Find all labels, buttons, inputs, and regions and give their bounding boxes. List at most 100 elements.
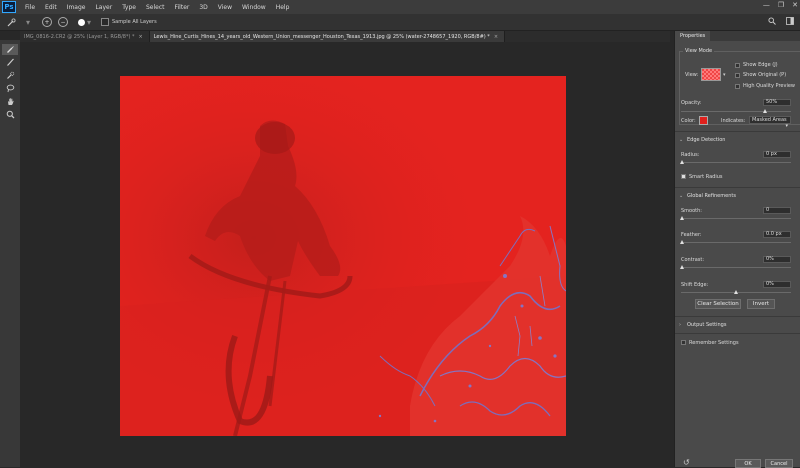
view-label: View:	[685, 72, 699, 78]
brush-icon[interactable]	[2, 57, 18, 68]
quick-selection-icon[interactable]	[6, 17, 16, 27]
contrast-field[interactable]: 0%	[763, 256, 791, 263]
color-label: Color:	[681, 118, 696, 124]
minimize-button[interactable]: —	[763, 1, 770, 9]
invert-button[interactable]: Invert	[747, 299, 775, 309]
properties-panel: Properties View Mode View: ▾ Show Edge (…	[674, 31, 800, 468]
smart-radius-label: Smart Radius	[689, 174, 723, 180]
high-quality-label: High Quality Preview	[743, 83, 795, 89]
opacity-slider[interactable]	[681, 111, 791, 112]
show-original-checkbox[interactable]	[735, 73, 740, 78]
smooth-label: Smooth:	[681, 208, 702, 214]
close-tab-icon[interactable]: ×	[494, 34, 498, 40]
tab-label: IMG_0816-2.CR2 @ 25% (Layer 1, RGB/8*) *	[24, 33, 135, 40]
menu-file[interactable]: File	[20, 4, 40, 11]
window-controls: — ❐ ✕	[763, 1, 798, 9]
view-mode-title: View Mode	[683, 48, 715, 54]
contrast-slider-knob[interactable]	[680, 265, 684, 269]
search-icon[interactable]	[768, 17, 776, 27]
lasso-icon[interactable]	[2, 83, 18, 94]
feather-slider-knob[interactable]	[680, 240, 684, 244]
overlay-preview	[701, 68, 721, 81]
restore-button[interactable]: ❐	[778, 1, 784, 9]
view-mode-thumbnail[interactable]	[701, 68, 721, 81]
shift-edge-slider-knob[interactable]	[734, 290, 738, 294]
divider	[675, 333, 800, 334]
close-tab-icon[interactable]: ×	[139, 34, 143, 40]
tab-document-2[interactable]: Lewis_Hine_Curtis_Hines_14_years_old_Wes…	[149, 31, 506, 42]
opacity-label: Opacity:	[681, 100, 702, 106]
radius-slider[interactable]	[681, 162, 791, 163]
masked-photo-overlay	[120, 76, 566, 436]
smart-radius-checkbox[interactable]	[681, 174, 686, 179]
smooth-field[interactable]: 0	[763, 207, 791, 214]
menu-view[interactable]: View	[213, 4, 237, 11]
menu-type[interactable]: Type	[117, 4, 141, 11]
close-button[interactable]: ✕	[792, 1, 798, 9]
show-edge-checkbox[interactable]	[735, 63, 740, 68]
global-refinements-header[interactable]: ⌄ Global Refinements	[675, 190, 800, 202]
panel-header: Properties	[675, 31, 800, 41]
sample-all-layers-checkbox[interactable]	[101, 18, 109, 26]
divider	[675, 316, 800, 317]
opacity-slider-knob[interactable]	[763, 109, 767, 113]
show-edge-label: Show Edge (J)	[743, 62, 778, 68]
indicates-dropdown[interactable]: Masked Areas ▾	[749, 116, 791, 129]
tab-document-1[interactable]: IMG_0816-2.CR2 @ 25% (Layer 1, RGB/8*) *…	[20, 31, 150, 42]
output-settings-header[interactable]: › Output Settings	[675, 319, 800, 331]
chevron-right-icon: ›	[679, 322, 681, 328]
divider	[675, 131, 800, 132]
indicates-label: Indicates:	[721, 118, 746, 124]
remember-settings-checkbox[interactable]	[681, 340, 686, 345]
workspace-icon[interactable]	[786, 17, 794, 27]
menu-edit[interactable]: Edit	[40, 4, 62, 11]
contrast-label: Contrast:	[681, 257, 705, 263]
canvas-area[interactable]	[20, 42, 670, 467]
reset-icon[interactable]: ↺	[683, 458, 690, 467]
chevron-down-icon: ⌄	[679, 193, 684, 199]
radius-label: Radius:	[681, 152, 700, 158]
remember-settings-label: Remember Settings	[689, 340, 739, 346]
tools-panel	[0, 40, 20, 467]
menu-layer[interactable]: Layer	[90, 4, 117, 11]
clear-selection-button[interactable]: Clear Selection	[695, 299, 741, 309]
feather-slider[interactable]	[681, 242, 791, 243]
overlay-color-swatch[interactable]	[699, 116, 708, 125]
tool-preset-arrow-icon[interactable]: ▾	[26, 17, 30, 27]
menu-select[interactable]: Select	[141, 4, 170, 11]
radius-field[interactable]: 0 px	[763, 151, 791, 158]
menu-window[interactable]: Window	[237, 4, 271, 11]
zoom-icon[interactable]	[2, 109, 18, 120]
refine-edge-brush-icon[interactable]	[2, 44, 18, 55]
photoshop-logo: Ps	[2, 1, 16, 13]
document-image[interactable]	[120, 76, 566, 436]
smooth-slider[interactable]	[681, 218, 791, 219]
brush-dropdown-icon[interactable]: ▾	[87, 17, 91, 27]
hand-icon[interactable]	[2, 96, 18, 107]
feather-field[interactable]: 0.0 px	[763, 231, 791, 238]
radius-slider-knob[interactable]	[680, 160, 684, 164]
sample-all-layers-label: Sample All Layers	[112, 19, 157, 25]
tab-label: Lewis_Hine_Curtis_Hines_14_years_old_Wes…	[153, 33, 490, 40]
subtract-from-selection-icon[interactable]: −	[58, 17, 68, 27]
edge-detection-header[interactable]: ⌄ Edge Detection	[675, 134, 800, 146]
tab-properties[interactable]: Properties	[675, 31, 711, 41]
shift-edge-field[interactable]: 0%	[763, 281, 791, 288]
quick-selection-icon[interactable]	[2, 70, 18, 81]
menu-image[interactable]: Image	[62, 4, 91, 11]
divider	[675, 187, 800, 188]
menu-filter[interactable]: Filter	[170, 4, 195, 11]
menu-help[interactable]: Help	[271, 4, 295, 11]
opacity-field[interactable]: 50%	[763, 99, 791, 106]
brush-size-icon[interactable]	[78, 18, 85, 26]
add-to-selection-icon[interactable]: +	[42, 17, 52, 27]
output-settings-title: Output Settings	[687, 322, 727, 328]
smooth-slider-knob[interactable]	[680, 216, 684, 220]
contrast-slider[interactable]	[681, 267, 791, 268]
feather-label: Feather:	[681, 232, 702, 238]
view-dropdown-icon[interactable]: ▾	[723, 72, 726, 78]
options-bar: ▾ + − ▾ Sample All Layers	[0, 14, 800, 31]
menu-3d[interactable]: 3D	[194, 4, 212, 11]
edge-detection-title: Edge Detection	[687, 137, 726, 143]
high-quality-checkbox[interactable]	[735, 84, 740, 89]
